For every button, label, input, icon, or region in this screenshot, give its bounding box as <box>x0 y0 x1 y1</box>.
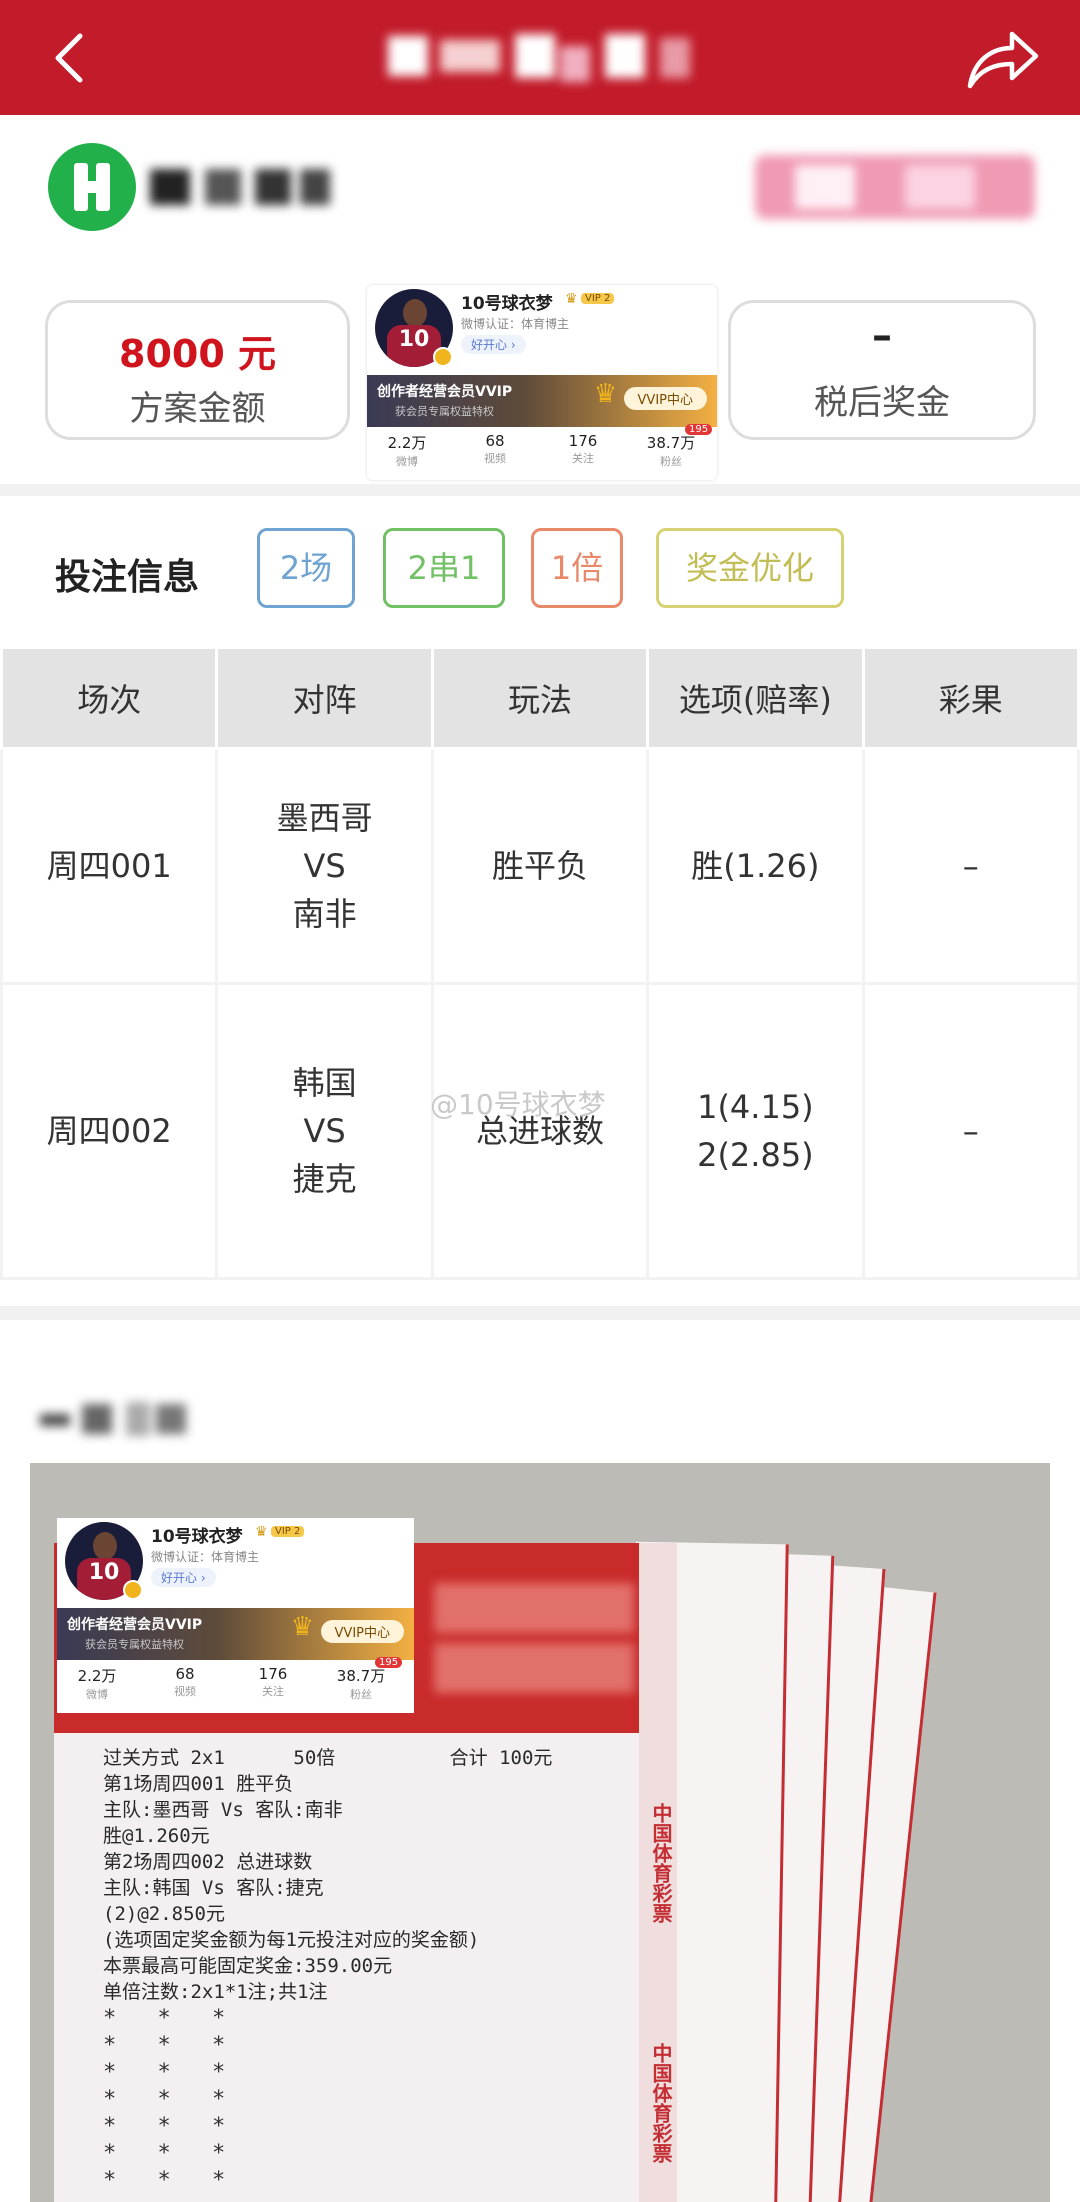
vip-banner-sub: 获会员专属权益特权 <box>395 405 494 418</box>
vvip-center-button: VVIP中心 <box>623 387 707 410</box>
vip-banner: 创作者经营会员VVIP 获会员专属权益特权 ♛ VVIP中心 <box>367 375 717 427</box>
tag-prize-optimize: 奖金优化 <box>656 528 844 608</box>
result: – <box>861 982 1080 1280</box>
bet-info-section: 投注信息 2场 2串1 1倍 奖金优化 <box>0 500 1080 640</box>
vip-banner-title: 创作者经营会员VVIP <box>377 384 513 400</box>
promo-logo-pixelated <box>755 145 1040 230</box>
tag-match-count: 2场 <box>257 528 355 608</box>
vvip-center-button: VVIP中心 <box>320 1620 404 1643</box>
after-tax-prize-card: – 税后奖金 <box>728 300 1036 440</box>
page-title-pixelated <box>380 28 720 88</box>
table-row: 周四001 墨西哥 VS 南非 胜平负 胜(1.26) – <box>0 747 1080 985</box>
ticket-photo: 中国体育彩票 中国体育彩票 过关方式 2x1 50倍 合计 100元 第1场周四… <box>30 1463 1050 2202</box>
col-matchup: 对阵 <box>215 646 434 750</box>
profile-stats: 2.2万 微博 68 视频 176 关注 38.7万 粉丝 195 <box>367 424 717 480</box>
plan-amount-card: 8000 元 方案金额 <box>45 300 350 440</box>
tag-multiplier: 1倍 <box>531 528 623 608</box>
profile-cert: 微博认证：体育博主 <box>461 317 570 331</box>
matchup: 墨西哥 VS 南非 <box>215 747 434 985</box>
matchup: 韩国 VS 捷克 <box>215 982 434 1280</box>
table-header-row: 场次 对阵 玩法 选项(赔率) 彩果 <box>0 646 1080 750</box>
col-play-type: 玩法 <box>430 646 650 750</box>
plan-amount-label: 方案金额 <box>129 389 266 429</box>
vip-badge: VIP 2 <box>581 293 615 304</box>
divider <box>0 484 1080 496</box>
option-odds: 1(4.15) 2(2.85) <box>646 982 865 1280</box>
ticket-stars: * * * <box>103 2060 240 2085</box>
brand-name-pixelated <box>150 159 340 215</box>
result: – <box>861 747 1080 985</box>
mood-button: 好开心 › <box>461 335 526 354</box>
profile-name: 10号球衣梦 <box>151 1527 243 1547</box>
after-tax-prize: – <box>872 313 892 359</box>
col-match-no: 场次 <box>0 646 219 750</box>
table-row: 周四002 韩国 VS 捷克 总进球数 1(4.15) 2(2.85) – <box>0 982 1080 1280</box>
col-option-odds: 选项(赔率) <box>646 646 865 750</box>
crown-icon: ♛ <box>290 1612 314 1642</box>
bet-table: 场次 对阵 玩法 选项(赔率) 彩果 周四001 墨西哥 VS 南非 胜平负 胜(1… <box>0 646 1080 1280</box>
weibo-watermark: @10号球衣梦 <box>430 1088 606 1121</box>
ticket-stars: * * * <box>103 2087 240 2112</box>
crown-icon: ♛ <box>593 379 617 409</box>
ticket-stars: * * * <box>103 2114 240 2139</box>
col-result: 彩果 <box>861 646 1080 750</box>
crown-icon: ♛ <box>565 291 578 307</box>
option-odds: 胜(1.26) <box>646 747 865 985</box>
ticket-stripe: 中国体育彩票 中国体育彩票 <box>639 1543 677 2202</box>
bet-info-title: 投注信息 <box>55 557 200 598</box>
brand-logo-icon <box>48 143 136 231</box>
fans-count-bubble: 195 <box>685 424 713 435</box>
brand-row <box>0 115 1080 245</box>
vip-badge: VIP 2 <box>271 1526 305 1537</box>
profile-card-overlay: 10 10号球衣梦 ♛ VIP 2 微博认证：体育博主 好开心 › 创作者经营会… <box>57 1518 414 1713</box>
divider <box>0 1306 1080 1320</box>
section-title-pixelated <box>40 1398 190 1442</box>
mood-button: 好开心 › <box>151 1568 216 1587</box>
vip-banner: 创作者经营会员VVIP 获会员专属权益特权 ♛ VVIP中心 <box>57 1608 414 1660</box>
verified-badge-icon <box>433 347 453 367</box>
ticket-text: 过关方式 2x1 50倍 合计 100元 第1场周四001 胜平负 主队:墨西哥… <box>103 1747 553 2003</box>
plan-amount: 8000 元 <box>119 332 276 376</box>
profile-stats: 2.2万 微博 68 视频 176 关注 38.7万 粉丝 195 <box>57 1657 414 1713</box>
verified-badge-icon <box>123 1580 143 1600</box>
play-type: 总进球数 <box>430 982 650 1280</box>
match-no: 周四002 <box>0 982 219 1280</box>
top-bar <box>0 0 1080 115</box>
share-arrow-icon[interactable] <box>962 24 1042 94</box>
ticket-stars: * * * <box>103 2141 240 2166</box>
profile-card-image: 10 10号球衣梦 ♛ VIP 2 微博认证：体育博主 好开心 › 创作者经营会… <box>367 285 717 480</box>
fans-count-bubble: 195 <box>375 1657 403 1668</box>
vip-banner-sub: 获会员专属权益特权 <box>85 1638 184 1651</box>
play-type: 胜平负 <box>430 747 650 985</box>
crown-icon: ♛ <box>255 1524 268 1540</box>
vip-banner-title: 创作者经营会员VVIP <box>67 1617 203 1633</box>
chevron-left-icon[interactable] <box>44 28 104 88</box>
profile-cert: 微博认证：体育博主 <box>151 1550 260 1564</box>
ticket-stars: * * * <box>103 2033 240 2058</box>
match-no: 周四001 <box>0 747 219 985</box>
tag-parlay: 2串1 <box>383 528 505 608</box>
profile-name: 10号球衣梦 <box>461 294 553 314</box>
ticket-stars: * * * <box>103 2168 240 2193</box>
after-tax-prize-label: 税后奖金 <box>814 383 950 423</box>
ticket-stars: * * * <box>103 2006 240 2031</box>
